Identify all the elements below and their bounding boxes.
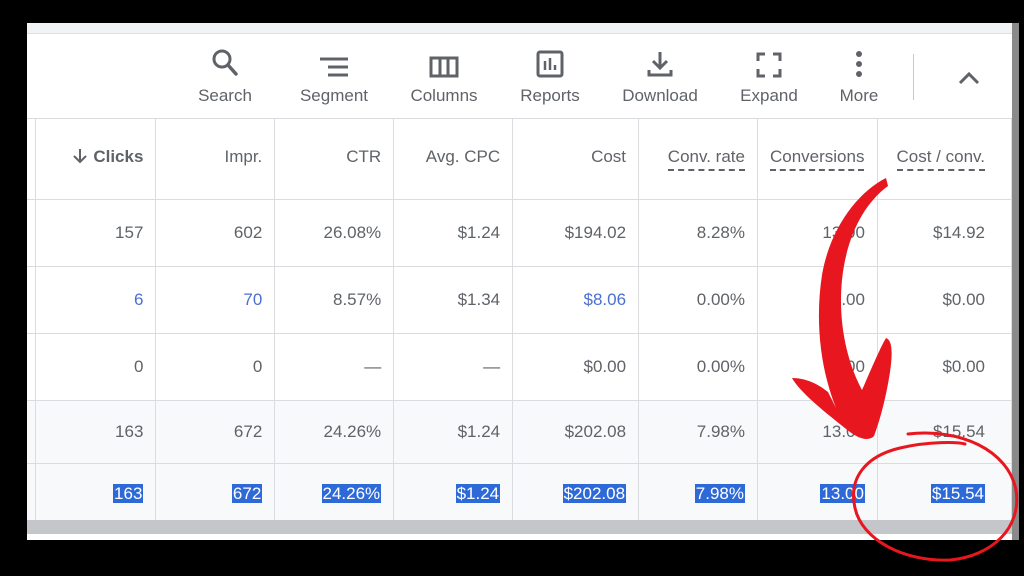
cell-impr-link[interactable]: 70 (155, 266, 276, 334)
column-header-avg-cpc[interactable]: Avg. CPC (393, 119, 514, 200)
toolbar-divider (913, 54, 914, 100)
total-row: 163 672 24.26% $1.24 $202.08 7.98% 13.00… (27, 400, 1012, 464)
cell-clicks: 0 (35, 333, 157, 401)
selected-total-impr: 672 (231, 484, 263, 503)
segment-button[interactable]: Segment (292, 34, 376, 118)
impr-header-label: Impr. (224, 147, 263, 166)
cell-impr: 0 (155, 333, 276, 401)
data-table: Clicks Impr. CTR Avg. CPC Cost Conv. rat… (27, 119, 1012, 525)
search-icon (212, 49, 238, 76)
vertical-scrollbar[interactable] (1012, 23, 1019, 540)
header-row: Clicks Impr. CTR Avg. CPC Cost Conv. rat… (27, 119, 1012, 200)
selected-total-conv-rate: 7.98% (694, 484, 745, 503)
column-header-clicks[interactable]: Clicks (35, 119, 157, 200)
table-row: 6 70 8.57% $1.34 $8.06 0.00% 0.00 $0.00 (27, 266, 1012, 334)
expand-icon (756, 52, 782, 78)
cell-avg-cpc: $1.34 (393, 266, 514, 334)
selected-total-cost-per-conv: $15.54 (931, 484, 985, 503)
cell-conversions: 0.00 (757, 266, 878, 334)
total-cost-per-conv: $15.54 (877, 400, 1012, 464)
cell-ctr: 26.08% (274, 199, 395, 267)
cell-cost-per-conv: $0.00 (877, 266, 1012, 334)
horizontal-scrollbar[interactable] (27, 520, 1012, 534)
reports-icon (536, 50, 564, 78)
column-header-impr[interactable]: Impr. (155, 119, 276, 200)
collapse-toolbar-button[interactable] (947, 56, 991, 100)
table-row: 0 0 — — $0.00 0.00% 0.00 $0.00 (27, 333, 1012, 401)
cell-conv-rate: 0.00% (638, 266, 758, 334)
more-button[interactable]: More (831, 34, 887, 118)
total-cost: $202.08 (512, 400, 640, 464)
columns-button[interactable]: Columns (402, 34, 486, 118)
cell-clicks-link[interactable]: 6 (35, 266, 157, 334)
cell-cost-link[interactable]: $8.06 (512, 266, 640, 334)
total-ctr: 24.26% (274, 400, 395, 464)
table-toolbar: Search Segment Columns Reports Download … (27, 34, 1012, 119)
reports-button[interactable]: Reports (513, 34, 587, 118)
total-avg-cpc: $1.24 (393, 400, 514, 464)
more-label: More (839, 86, 879, 105)
cell-clicks: 157 (35, 199, 157, 267)
download-icon (647, 52, 673, 77)
search-label: Search (198, 86, 252, 105)
cell-cost: $194.02 (512, 199, 640, 267)
selected-total-avg-cpc: $1.24 (455, 484, 501, 503)
expand-button[interactable]: Expand (733, 34, 805, 118)
header-spacer (27, 119, 37, 200)
cell-conversions: 0.00 (757, 333, 878, 401)
column-header-cost[interactable]: Cost (512, 119, 640, 200)
expand-label: Expand (740, 86, 798, 105)
total-row-selected: 163 672 24.26% $1.24 $202.08 7.98% 13.00… (27, 463, 1012, 525)
cell-conversions: 13.00 (757, 199, 878, 267)
column-header-cost-per-conv[interactable]: Cost / conv. (877, 119, 1012, 200)
cost-header-label: Cost (591, 147, 627, 166)
more-vert-icon (856, 51, 862, 77)
bottom-strip (27, 534, 1012, 540)
total-clicks: 163 (35, 400, 157, 464)
columns-icon (429, 56, 459, 78)
cell-avg-cpc: $1.24 (393, 199, 514, 267)
cell-ctr: 8.57% (274, 266, 395, 334)
download-label: Download (622, 86, 698, 105)
arrow-down-icon (73, 149, 88, 164)
selected-total-ctr: 24.26% (321, 484, 382, 503)
chevron-up-icon (958, 71, 980, 85)
conversions-header-label: Conversions (769, 147, 865, 171)
total-impr: 672 (155, 400, 276, 464)
cell-avg-cpc: — (393, 333, 514, 401)
total-conversions: 13.00 (757, 400, 878, 464)
selected-total-conversions: 13.00 (820, 484, 865, 503)
report-table-panel: Search Segment Columns Reports Download … (27, 23, 1012, 540)
download-button[interactable]: Download (617, 34, 703, 118)
cell-conv-rate: 0.00% (638, 333, 758, 401)
columns-label: Columns (410, 86, 478, 105)
avg-cpc-header-label: Avg. CPC (425, 147, 501, 166)
top-strip (27, 23, 1012, 34)
cell-cost-per-conv: $0.00 (877, 333, 1012, 401)
selected-total-clicks: 163 (113, 484, 144, 503)
column-header-conv-rate[interactable]: Conv. rate (638, 119, 758, 200)
column-header-conversions[interactable]: Conversions (757, 119, 878, 200)
reports-label: Reports (520, 86, 580, 105)
selected-total-cost: $202.08 (562, 484, 627, 503)
segment-label: Segment (299, 86, 369, 105)
clicks-header-label: Clicks (93, 147, 144, 166)
cell-impr: 602 (155, 199, 276, 267)
ctr-header-label: CTR (346, 147, 382, 166)
search-button[interactable]: Search (190, 34, 260, 118)
segment-icon (320, 57, 348, 77)
table-row: 157 602 26.08% $1.24 $194.02 8.28% 13.00… (27, 199, 1012, 267)
cost-per-conv-header-label: Cost / conv. (896, 147, 985, 171)
total-conv-rate: 7.98% (638, 400, 758, 464)
column-header-ctr[interactable]: CTR (274, 119, 395, 200)
cell-ctr: — (274, 333, 395, 401)
cell-conv-rate: 8.28% (638, 199, 758, 267)
cell-cost: $0.00 (512, 333, 640, 401)
conv-rate-header-label: Conv. rate (667, 147, 745, 171)
cell-cost-per-conv: $14.92 (877, 199, 1012, 267)
